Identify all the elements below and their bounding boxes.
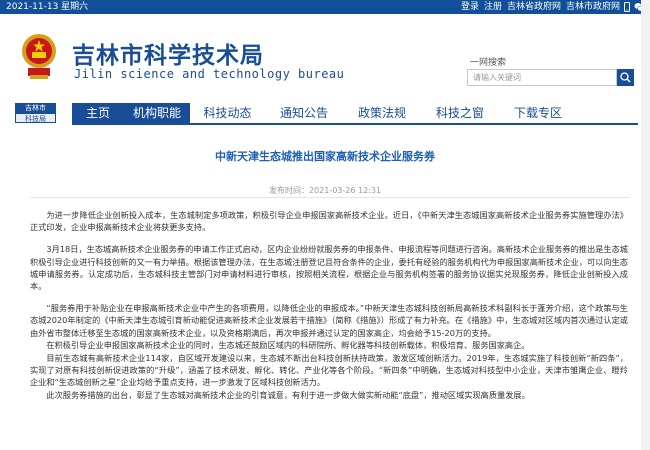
city-gov-link[interactable]: 吉林市政府网 [566,0,620,14]
paragraph: 在积极引导企业申报国家高新技术企业的同时，生态城还鼓励区域内的科研院所、孵化器等… [46,340,530,351]
site-subtitle: Jilin science and technology bureau [74,67,345,81]
search-label: 一网搜索 [470,58,507,68]
date-text: 2021-11-13 星期六 [6,2,89,12]
nav-item-functions[interactable]: 机构职能 [124,103,190,123]
site-header: 吉林市科学技术局 Jilin science and technology bu… [0,14,650,96]
search-input[interactable]: 请输入关键词 [467,69,617,86]
paragraph: 此次服务券措施的出台，彰显了生态城对高新技术企业的引育诚意，有利于进一步做大做实… [46,389,530,400]
top-bar: 2021-11-13 星期六 登录 注册 吉林省政府网 吉林市政府网 [0,0,650,14]
login-link[interactable]: 登录 [461,0,479,14]
nav-divider [72,123,638,125]
bureau-label: 吉林市 科技局 [15,103,56,123]
publish-time: 发布时间：2021-03-26 12:31 [268,186,382,195]
bureau-label-city: 吉林市 [15,103,56,113]
nav-item-downloads[interactable]: 下载专区 [499,103,577,123]
search-button[interactable] [617,69,634,86]
province-gov-link[interactable]: 吉林省政府网 [507,0,561,14]
nav-item-tech-news[interactable]: 科技动态 [190,103,265,123]
paragraph: 3月18日，生态城高新技术企业服务券的申请工作正式启动，区内企业纷纷就服务券的申… [30,244,628,292]
paragraph: 为进一步降低企业创新投入成本，生态城制定多项政策，积极引导企业申报国家高新技术企… [30,210,628,233]
meta-divider [30,197,630,198]
national-emblem-icon [22,34,56,79]
article-body: 为进一步降低企业创新投入成本，生态城制定多项政策，积极引导企业申报国家高新技术企… [30,209,628,401]
nav-item-home[interactable]: 主页 [72,103,124,123]
nav-item-tech-window[interactable]: 科技之窗 [421,103,499,123]
paragraph: “服务券用于补贴企业在申报高新技术企业中产生的各项费用，以降低企业的申报成本。”… [30,303,628,338]
site-title: 吉林市科学技术局 [72,42,264,69]
main-nav: 吉林市 科技局 主页 机构职能 科技动态 通知公告 政策法规 科技之窗 下载专区 [0,103,650,123]
mobile-icon[interactable] [622,2,632,12]
nav-item-notices[interactable]: 通知公告 [265,103,343,123]
register-link[interactable]: 注册 [484,0,502,14]
scrollbar[interactable] [641,0,650,450]
article-title: 中新天津生态城推出国家高新技术企业服务券 [215,150,435,163]
paragraph: 目前生态城有高新技术企业114家，自区域开发建设以来，生态城不断出台科技创新扶持… [30,352,628,388]
top-links: 登录 注册 吉林省政府网 吉林市政府网 [461,0,620,14]
nav-items: 主页 机构职能 科技动态 通知公告 政策法规 科技之窗 下载专区 [72,103,577,123]
nav-item-policies[interactable]: 政策法规 [343,103,421,123]
bureau-label-dept: 科技局 [15,113,56,123]
